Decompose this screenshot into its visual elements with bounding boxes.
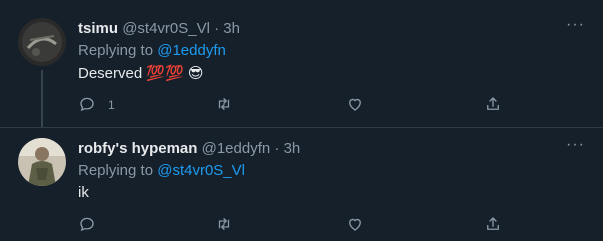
- display-name[interactable]: tsimu: [78, 20, 118, 37]
- share-icon: [484, 215, 502, 236]
- action-bar: [78, 215, 518, 235]
- sunglasses-emoji: 😎: [187, 65, 204, 82]
- tweet[interactable]: tsimu @st4vr0S_Vl · 3h ··· Replying to @…: [0, 0, 603, 128]
- replying-prefix: Replying to: [78, 42, 158, 59]
- tweet-text: Deserved 💯💯 😎: [78, 64, 204, 82]
- user-handle[interactable]: @1eddyfn: [202, 140, 271, 157]
- separator-dot: ·: [274, 140, 280, 157]
- like-icon: [346, 95, 364, 116]
- retweet-button[interactable]: [215, 215, 233, 235]
- like-button[interactable]: [346, 215, 364, 235]
- tweet-body: ik: [78, 184, 89, 201]
- timestamp[interactable]: 3h: [223, 20, 240, 37]
- retweet-icon: [215, 215, 233, 236]
- retweet-button[interactable]: [215, 95, 233, 115]
- hundred-emoji: 💯: [146, 65, 166, 82]
- reply-button[interactable]: [78, 215, 96, 235]
- like-icon: [346, 215, 364, 236]
- replying-to: Replying to @1eddyfn: [78, 42, 226, 59]
- thread-line: [41, 70, 43, 127]
- more-icon[interactable]: ···: [566, 136, 585, 154]
- retweet-icon: [215, 95, 233, 116]
- like-button[interactable]: [346, 95, 364, 115]
- avatar[interactable]: [18, 138, 66, 186]
- more-icon[interactable]: ···: [566, 16, 585, 34]
- replying-prefix: Replying to: [78, 162, 158, 179]
- tweet[interactable]: robfy's hypeman @1eddyfn · 3h ··· Replyi…: [0, 128, 603, 241]
- reply-icon: [78, 215, 96, 236]
- share-button[interactable]: [484, 215, 502, 235]
- reply-icon: [78, 95, 96, 116]
- avatar[interactable]: [18, 18, 66, 66]
- separator-dot: ·: [214, 20, 220, 37]
- tweet-header: tsimu @st4vr0S_Vl · 3h: [78, 20, 240, 37]
- timestamp[interactable]: 3h: [284, 140, 301, 157]
- action-bar: 1: [78, 95, 518, 115]
- reply-button[interactable]: 1: [78, 95, 115, 115]
- reply-count: 1: [108, 98, 115, 112]
- display-name[interactable]: robfy's hypeman: [78, 140, 197, 157]
- share-button[interactable]: [484, 95, 502, 115]
- tweet-text: ik: [78, 184, 89, 201]
- mention-link[interactable]: @st4vr0S_Vl: [157, 162, 245, 179]
- replying-to: Replying to @st4vr0S_Vl: [78, 162, 245, 179]
- user-handle[interactable]: @st4vr0S_Vl: [122, 20, 210, 37]
- tweet-header: robfy's hypeman @1eddyfn · 3h: [78, 140, 300, 157]
- hundred-emoji: 💯: [165, 65, 184, 82]
- tweet-body: Deserved: [78, 65, 143, 82]
- mention-link[interactable]: @1eddyfn: [157, 42, 226, 59]
- share-icon: [484, 95, 502, 116]
